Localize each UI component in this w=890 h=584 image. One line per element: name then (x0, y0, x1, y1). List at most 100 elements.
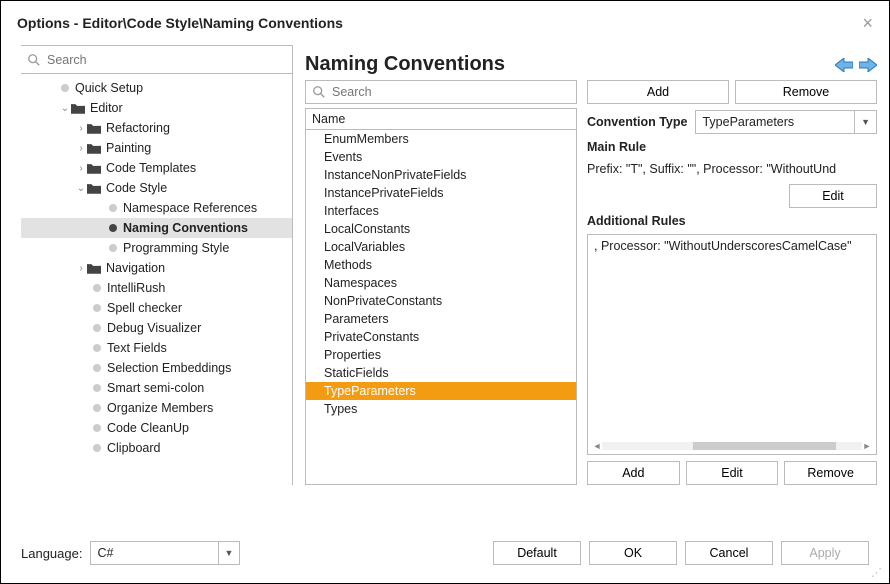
sidebar-item-label: Organize Members (107, 401, 213, 415)
expand-icon[interactable]: › (75, 123, 87, 134)
names-header[interactable]: Name (306, 109, 576, 130)
name-item[interactable]: Events (306, 148, 576, 166)
bullet-icon (93, 284, 101, 292)
sidebar-item-navigation[interactable]: › Navigation (21, 258, 292, 278)
expand-icon[interactable]: ⌄ (75, 183, 87, 194)
nav-back-icon[interactable] (835, 58, 853, 72)
chevron-down-icon: ▼ (218, 542, 234, 564)
name-item[interactable]: Namespaces (306, 274, 576, 292)
sidebar-item-label: Smart semi-colon (107, 381, 204, 395)
bullet-icon (93, 364, 101, 372)
default-button[interactable]: Default (493, 541, 581, 565)
name-item[interactable]: Methods (306, 256, 576, 274)
name-item[interactable]: Types (306, 400, 576, 418)
sidebar-tree: Quick Setup⌄Editor›Refactoring›Painting›… (21, 74, 292, 485)
add-button[interactable]: Add (587, 80, 729, 104)
sidebar-item-painting[interactable]: › Painting (21, 138, 292, 158)
names-search[interactable] (305, 80, 577, 104)
sidebar-item-spell-checker[interactable]: Spell checker (21, 298, 292, 318)
sidebar-item-label: Programming Style (123, 241, 229, 255)
sidebar-item-code-cleanup[interactable]: Code CleanUp (21, 418, 292, 438)
sidebar-item-refactoring[interactable]: ›Refactoring (21, 118, 292, 138)
sidebar-item-programming-style[interactable]: Programming Style (21, 238, 292, 258)
sidebar-item-naming-conventions[interactable]: Naming Conventions (21, 218, 292, 238)
sidebar-item-clipboard[interactable]: Clipboard (21, 438, 292, 458)
additional-edit-button[interactable]: Edit (686, 461, 779, 485)
bullet-icon (93, 384, 101, 392)
sidebar-item-debug-visualizer[interactable]: Debug Visualizer (21, 318, 292, 338)
sidebar-item-code-style[interactable]: ⌄ Code Style (21, 178, 292, 198)
name-item[interactable]: NonPrivateConstants (306, 292, 576, 310)
sidebar-search[interactable] (21, 46, 292, 74)
close-icon[interactable]: × (862, 13, 873, 34)
sidebar-item-label: Clipboard (107, 441, 161, 455)
sidebar-item-quick-setup[interactable]: Quick Setup (21, 78, 292, 98)
language-label: Language: (21, 546, 82, 561)
bullet-icon (109, 224, 117, 232)
name-item[interactable]: InstancePrivateFields (306, 184, 576, 202)
name-item[interactable]: PrivateConstants (306, 328, 576, 346)
convention-type-select[interactable]: TypeParameters ▼ (695, 110, 877, 134)
sidebar-item-editor[interactable]: ⌄Editor (21, 98, 292, 118)
expand-icon[interactable]: › (75, 143, 87, 154)
bullet-icon (93, 304, 101, 312)
expand-icon[interactable]: › (75, 263, 87, 274)
scroll-thumb[interactable] (693, 442, 836, 450)
sidebar-item-label: Text Fields (107, 341, 167, 355)
name-item[interactable]: InstanceNonPrivateFields (306, 166, 576, 184)
scroll-left-icon[interactable]: ◄ (592, 441, 602, 451)
name-item[interactable]: Parameters (306, 310, 576, 328)
search-icon (312, 85, 326, 99)
sidebar-item-label: Naming Conventions (123, 221, 248, 235)
window-title: Options - Editor\Code Style\Naming Conve… (17, 15, 343, 31)
additional-add-button[interactable]: Add (587, 461, 680, 485)
bullet-icon (109, 244, 117, 252)
sidebar-item-organize-members[interactable]: Organize Members (21, 398, 292, 418)
sidebar: Quick Setup⌄Editor›Refactoring›Painting›… (21, 45, 293, 485)
name-item[interactable]: Interfaces (306, 202, 576, 220)
name-item[interactable]: LocalVariables (306, 238, 576, 256)
main-rule-text: Prefix: "T", Suffix: "", Processor: "Wit… (587, 160, 877, 178)
resize-grip-icon[interactable]: ⋰ (871, 566, 883, 579)
name-item[interactable]: TypeParameters (306, 382, 576, 400)
sidebar-item-label: Navigation (106, 261, 165, 275)
sidebar-search-input[interactable] (47, 53, 286, 67)
name-item[interactable]: Properties (306, 346, 576, 364)
bullet-icon (61, 84, 69, 92)
names-search-input[interactable] (332, 85, 570, 99)
convention-type-value: TypeParameters (702, 115, 794, 129)
sidebar-item-intellirush[interactable]: IntelliRush (21, 278, 292, 298)
edit-main-rule-button[interactable]: Edit (789, 184, 877, 208)
sidebar-item-smart-semi-colon[interactable]: Smart semi-colon (21, 378, 292, 398)
sidebar-item-label: IntelliRush (107, 281, 165, 295)
remove-button[interactable]: Remove (735, 80, 877, 104)
sidebar-item-text-fields[interactable]: Text Fields (21, 338, 292, 358)
additional-rules-box[interactable]: , Processor: "WithoutUnderscoresCamelCas… (587, 234, 877, 455)
sidebar-item-label: Selection Embeddings (107, 361, 231, 375)
sidebar-item-code-templates[interactable]: ›Code Templates (21, 158, 292, 178)
nav-forward-icon[interactable] (859, 58, 877, 72)
apply-button[interactable]: Apply (781, 541, 869, 565)
cancel-button[interactable]: Cancel (685, 541, 773, 565)
search-icon (27, 53, 41, 67)
sidebar-item-label: Code Style (106, 181, 167, 195)
name-item[interactable]: EnumMembers (306, 130, 576, 148)
expand-icon[interactable]: ⌄ (59, 103, 71, 114)
language-select[interactable]: C# ▼ (90, 541, 240, 565)
sidebar-item-selection-embeddings[interactable]: Selection Embeddings (21, 358, 292, 378)
main-panel: Naming Conventions Name EnumMembersEvent… (293, 45, 889, 485)
names-list-box: Name EnumMembersEventsInstanceNonPrivate… (305, 108, 577, 485)
sidebar-item-label: Debug Visualizer (107, 321, 201, 335)
ok-button[interactable]: OK (589, 541, 677, 565)
additional-remove-button[interactable]: Remove (784, 461, 877, 485)
name-item[interactable]: LocalConstants (306, 220, 576, 238)
expand-icon[interactable]: › (75, 163, 87, 174)
scroll-right-icon[interactable]: ► (862, 441, 872, 451)
name-item[interactable]: StaticFields (306, 364, 576, 382)
bullet-icon (109, 204, 117, 212)
language-value: C# (97, 546, 113, 560)
sidebar-item-namespace-references[interactable]: Namespace References (21, 198, 292, 218)
sidebar-item-label: Painting (106, 141, 151, 155)
sidebar-item-label: Quick Setup (75, 81, 143, 95)
horizontal-scrollbar[interactable]: ◄ ► (592, 440, 872, 452)
